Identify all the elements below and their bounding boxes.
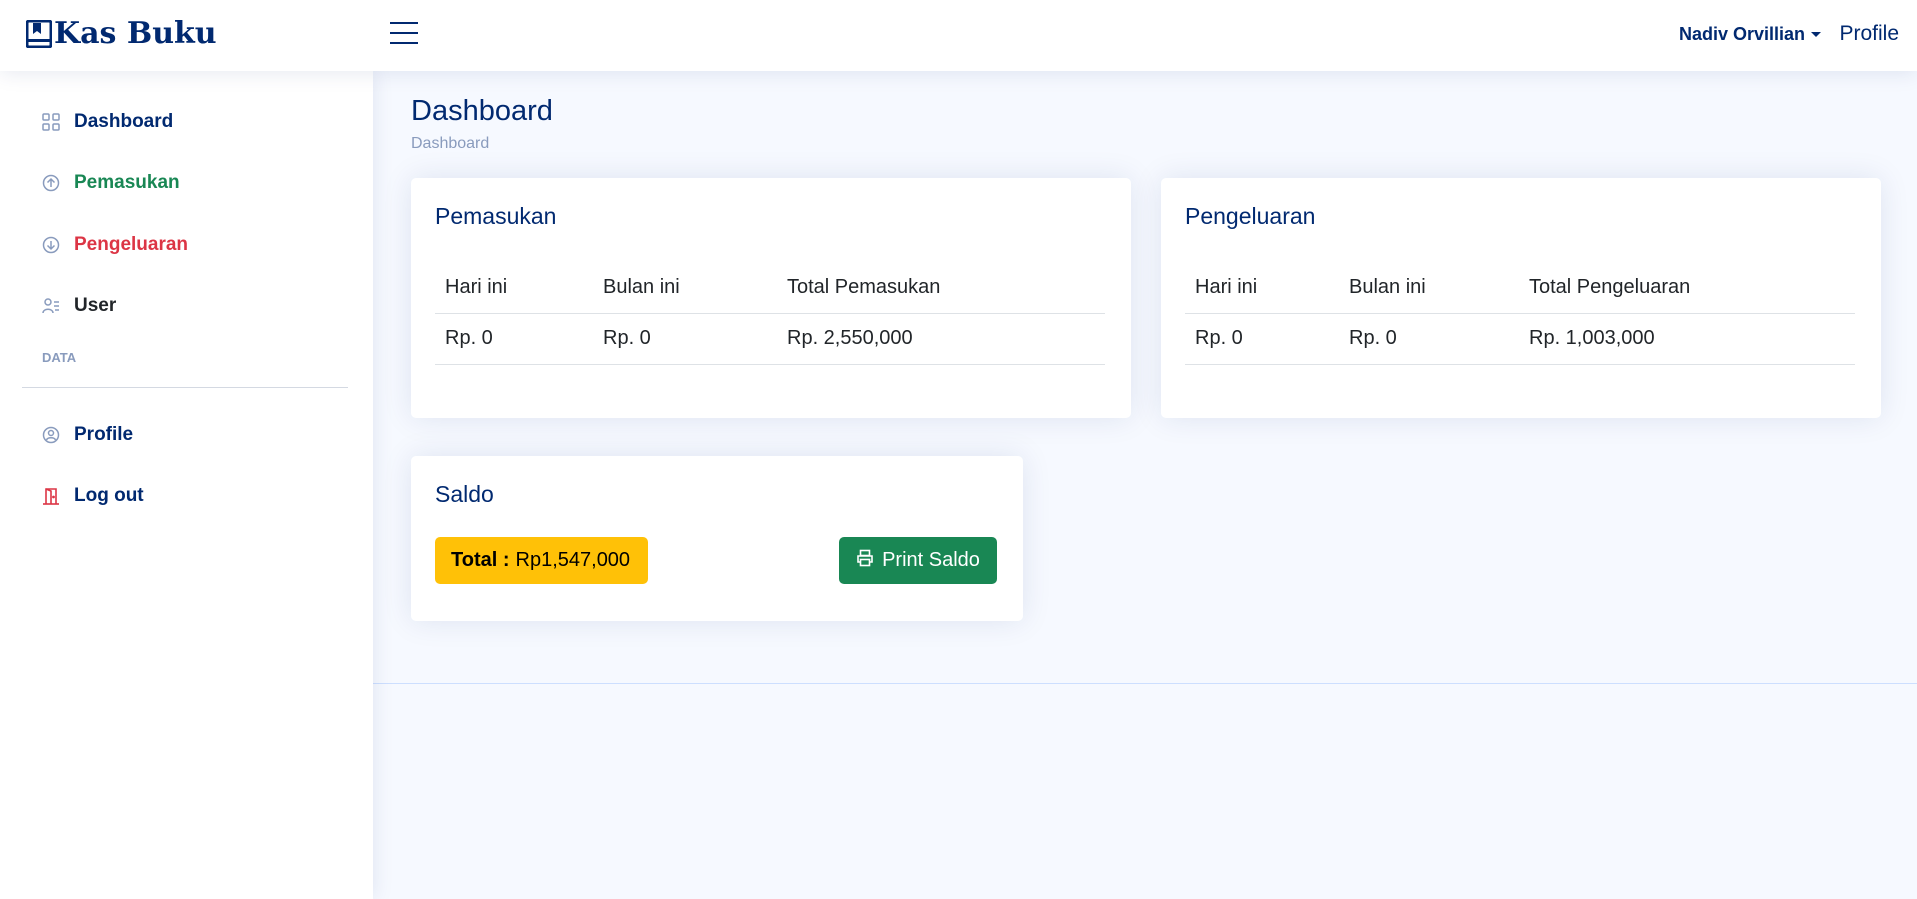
sidebar: Dashboard Pemasukan Pengeluaran User DAT… <box>0 71 373 899</box>
table-header-row: Hari ini Bulan ini Total Pemasukan <box>435 263 1105 314</box>
sidebar-item-label: User <box>74 295 117 316</box>
sidebar-item-pengeluaran[interactable]: Pengeluaran <box>42 234 188 256</box>
table-row: Rp. 0 Rp. 0 Rp. 1,003,000 <box>1185 314 1855 365</box>
sidebar-item-logout[interactable]: Log out <box>42 485 144 507</box>
table-header-cell: Total Pemasukan <box>787 276 941 298</box>
table-header-cell: Hari ini <box>445 276 508 298</box>
table-header-row: Hari ini Bulan ini Total Pengeluaran <box>1185 263 1855 314</box>
table-cell: Rp. 0 <box>1349 327 1397 349</box>
printer-icon <box>856 549 874 573</box>
table-header-cell: Total Pengeluaran <box>1529 276 1691 298</box>
table-row: Rp. 0 Rp. 0 Rp. 2,550,000 <box>435 314 1105 365</box>
person-circle-icon <box>42 426 60 444</box>
sidebar-divider <box>22 387 348 388</box>
sidebar-toggle-icon[interactable] <box>390 20 420 48</box>
sidebar-item-label: Pengeluaran <box>74 234 189 255</box>
print-saldo-button[interactable]: Print Saldo <box>839 537 997 584</box>
saldo-total-label: Total : <box>451 549 510 571</box>
book-icon <box>26 19 52 48</box>
sidebar-item-user[interactable]: User <box>42 295 116 317</box>
card-title: Pengeluaran <box>1185 203 1316 229</box>
person-lines-icon <box>42 297 60 315</box>
sidebar-item-label: Profile <box>74 424 134 445</box>
app-logo[interactable]: Kas Buku <box>26 16 217 51</box>
sidebar-item-pemasukan[interactable]: Pemasukan <box>42 172 180 194</box>
footer-divider <box>373 683 1917 684</box>
user-name: Nadiv Orvillian <box>1678 24 1805 44</box>
table-cell: Rp. 2,550,000 <box>787 327 913 349</box>
table-cell: Rp. 0 <box>603 327 651 349</box>
sidebar-heading-data: DATA <box>42 350 77 365</box>
app-title: Kas Buku <box>54 16 217 51</box>
table-header-cell: Hari ini <box>1195 276 1258 298</box>
sidebar-item-label: Log out <box>74 485 144 506</box>
pemasukan-card: Pemasukan Hari ini Bulan ini Total Pemas… <box>411 178 1131 418</box>
print-saldo-label: Print Saldo <box>882 549 980 571</box>
page-title: Dashboard <box>411 95 553 127</box>
table-header-cell: Bulan ini <box>1349 276 1426 298</box>
table-cell: Rp. 0 <box>445 327 493 349</box>
breadcrumb[interactable]: Dashboard <box>411 135 489 153</box>
table-header-cell: Bulan ini <box>603 276 680 298</box>
sidebar-item-label: Pemasukan <box>74 172 180 193</box>
top-header: Kas Buku Nadiv Orvillian Profile <box>0 0 1917 71</box>
door-open-icon <box>42 487 60 505</box>
saldo-card: Saldo Total : Rp1,547,000 Print Saldo <box>411 456 1023 621</box>
table-cell: Rp. 0 <box>1195 327 1243 349</box>
pengeluaran-card: Pengeluaran Hari ini Bulan ini Total Pen… <box>1161 178 1881 418</box>
grid-icon <box>42 113 60 131</box>
table-cell: Rp. 1,003,000 <box>1529 327 1655 349</box>
user-dropdown[interactable]: Nadiv Orvillian <box>1679 24 1821 45</box>
card-title: Pemasukan <box>435 203 557 229</box>
card-title: Saldo <box>435 481 494 507</box>
header-profile-link[interactable]: Profile <box>1839 22 1899 46</box>
saldo-total-badge: Total : Rp1,547,000 <box>435 537 648 584</box>
arrow-up-circle-icon <box>42 174 60 192</box>
sidebar-item-label: Dashboard <box>74 111 174 132</box>
saldo-total-value: Rp1,547,000 <box>515 549 631 571</box>
arrow-down-circle-icon <box>42 236 60 254</box>
caret-down-icon <box>1811 32 1821 37</box>
sidebar-item-profile[interactable]: Profile <box>42 424 133 446</box>
sidebar-item-dashboard[interactable]: Dashboard <box>42 111 173 133</box>
